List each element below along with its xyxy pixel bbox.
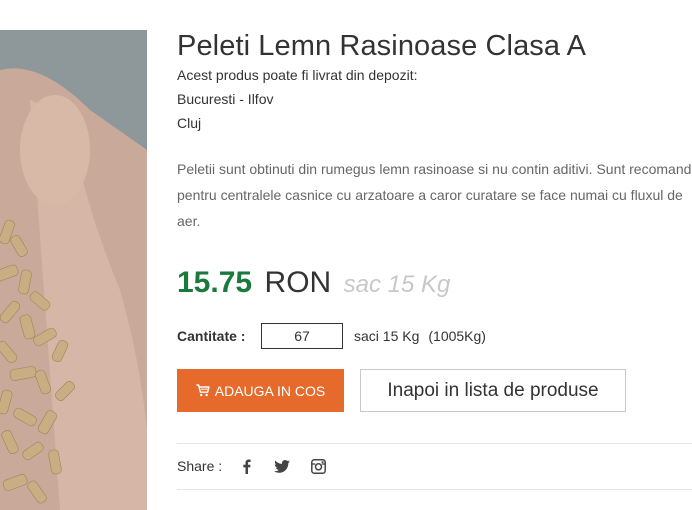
back-to-list-button[interactable]: Inapoi in lista de produse <box>360 369 626 412</box>
facebook-icon[interactable] <box>236 456 256 476</box>
share-row: Share : <box>177 455 344 477</box>
divider-bottom <box>177 489 692 490</box>
instagram-icon[interactable] <box>308 456 328 476</box>
depot-cluj: Cluj <box>177 115 202 131</box>
price-unit-note: sac 15 Kg <box>343 271 451 298</box>
share-label: Share : <box>177 458 223 474</box>
cart-icon <box>196 384 210 397</box>
add-to-cart-label: ADAUGA IN COS <box>214 382 326 399</box>
product-image <box>0 30 147 510</box>
quantity-label: Cantitate : <box>177 328 246 344</box>
quantity-row: Cantitate : saci 15 Kg (1005Kg) <box>177 322 486 350</box>
divider-top <box>177 443 692 444</box>
depot-bucuresti: Bucuresti - Ilfov <box>177 91 274 107</box>
price-currency: RON <box>264 266 332 299</box>
price-value: 15.75 <box>177 266 253 299</box>
product-title: Peleti Lemn Rasinoase Clasa A <box>177 30 587 62</box>
product-description: Peletii sunt obtinuti din rumegus lemn r… <box>177 161 692 229</box>
price-row: 15.75 RON sac 15 Kg <box>177 266 450 306</box>
quantity-input[interactable] <box>261 323 343 349</box>
delivery-intro: Acest produs poate fi livrat din depozit… <box>177 67 418 83</box>
quantity-unit: saci 15 Kg <box>354 328 420 344</box>
add-to-cart-button[interactable]: ADAUGA IN COS <box>177 369 344 412</box>
product-info: Peleti Lemn Rasinoase Clasa A Acest prod… <box>177 0 692 510</box>
twitter-icon[interactable] <box>272 456 292 476</box>
quantity-total: (1005Kg) <box>428 328 486 344</box>
